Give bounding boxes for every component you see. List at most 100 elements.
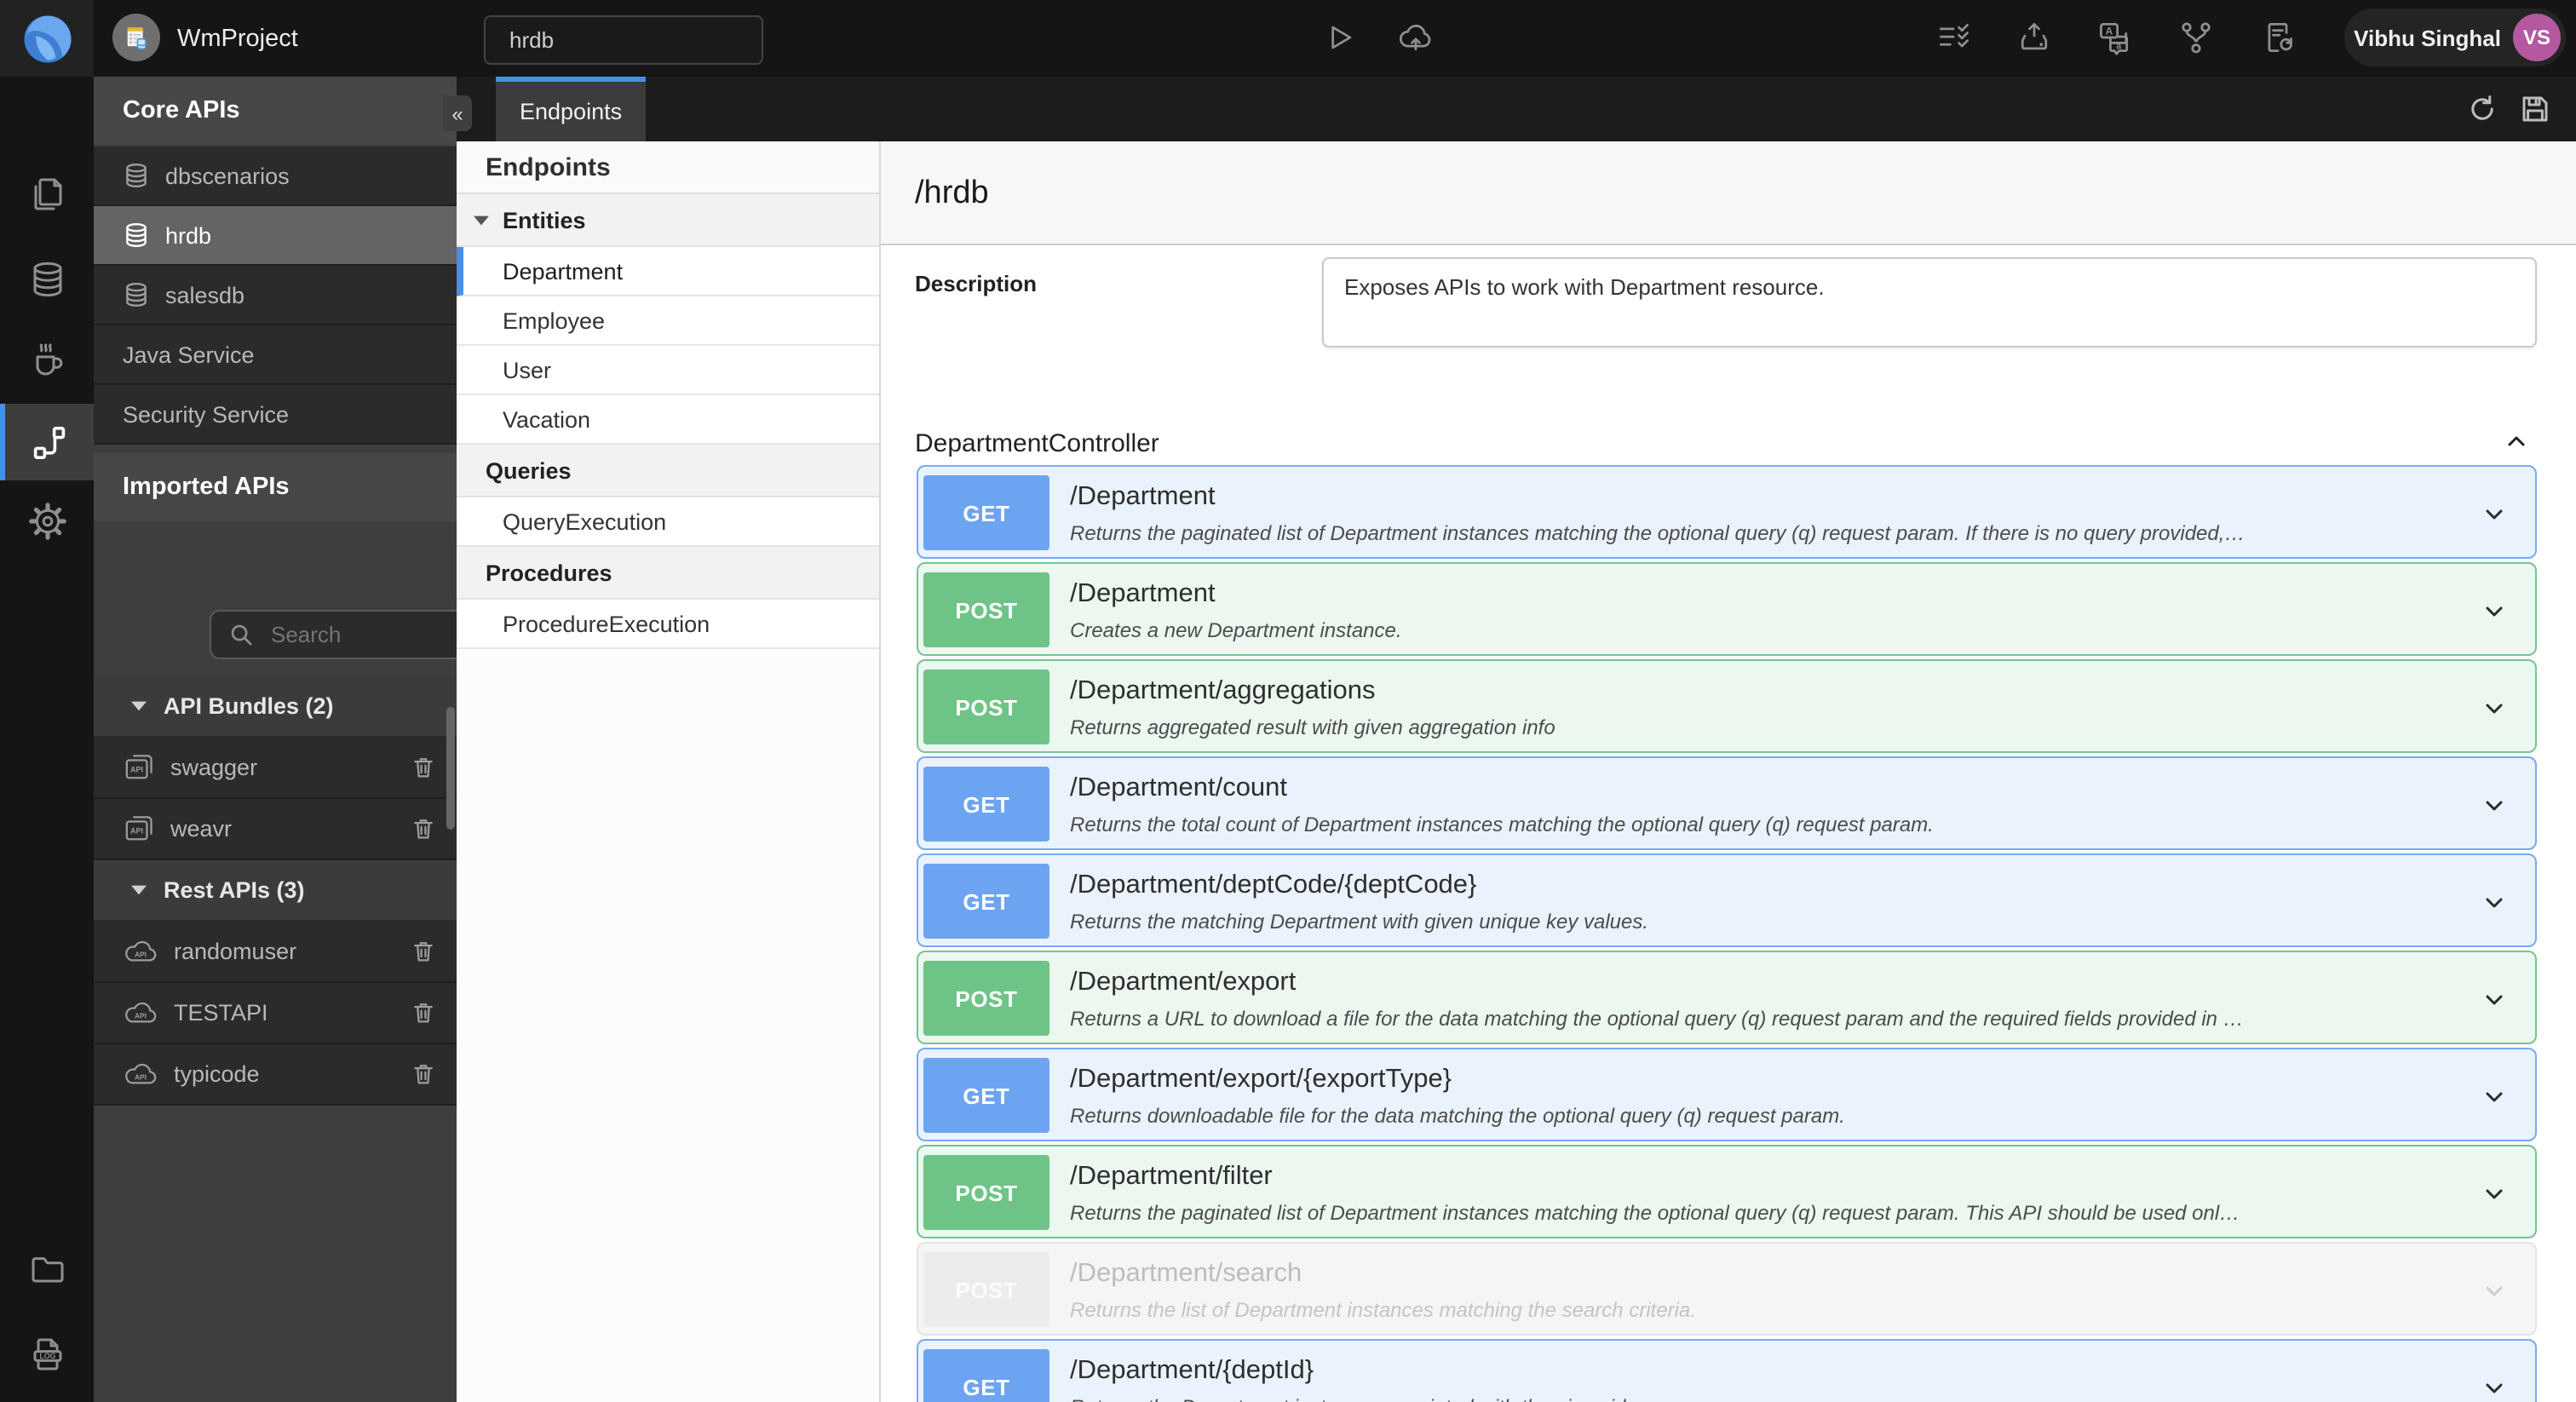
tree-item-user[interactable]: User xyxy=(457,346,879,395)
imported-apis-list: API Bundles (2) API swagger API weavr Rest AP… xyxy=(94,676,457,1106)
project-avatar[interactable] xyxy=(112,14,160,61)
git-branch-icon[interactable] xyxy=(2177,19,2215,56)
tree-section-procedures[interactable]: Procedures xyxy=(457,547,879,600)
sidebar-item-weavr[interactable]: API weavr xyxy=(94,799,457,860)
imported-apis-header: Imported APIs xyxy=(94,453,457,521)
sidebar-item-dbscenarios[interactable]: dbscenarios xyxy=(94,147,457,206)
delete-icon[interactable] xyxy=(411,1000,436,1026)
group-header[interactable]: API Bundles (2) xyxy=(94,676,457,738)
endpoint-card[interactable]: GET/Department/export/{exportType} Return… xyxy=(917,1048,2537,1141)
tree-section-entities[interactable]: Entities xyxy=(457,194,879,247)
endpoint-path: /Department/{deptId} xyxy=(1070,1356,1314,1385)
tree-item-procedureexecution[interactable]: ProcedureExecution xyxy=(457,600,879,649)
delete-icon[interactable] xyxy=(411,755,436,780)
endpoint-path: /Department/aggregations xyxy=(1070,676,1376,705)
rail-item-database[interactable] xyxy=(0,242,94,317)
java-coffee-icon xyxy=(35,343,62,376)
endpoint-card[interactable]: POST/Department/aggregations Returns aggr… xyxy=(917,659,2537,753)
service-title: /hrdb xyxy=(915,175,989,211)
tree-item-employee[interactable]: Employee xyxy=(457,296,879,346)
sidebar-item-hrdb[interactable]: hrdb xyxy=(94,206,457,266)
delete-icon[interactable] xyxy=(411,816,436,842)
cloud-upload-icon[interactable] xyxy=(1397,19,1435,56)
save-icon[interactable] xyxy=(2520,94,2550,124)
endpoint-card[interactable]: GET/Department/count Returns the total co… xyxy=(917,756,2537,850)
endpoint-card[interactable]: POST/Department/export Returns a URL to d… xyxy=(917,951,2537,1044)
tab-endpoints[interactable]: Endpoints xyxy=(496,77,647,141)
refresh-icon[interactable] xyxy=(2467,94,2498,124)
endpoint-list: GET/Department Returns the paginated list… xyxy=(917,465,2537,1402)
rail-item-settings[interactable] xyxy=(0,484,94,559)
sidebar-item-testapi[interactable]: API TESTAPI xyxy=(94,983,457,1044)
svg-text:a: a xyxy=(2116,42,2122,52)
rail-item-apis[interactable] xyxy=(0,404,94,480)
sidebar-item-randomuser[interactable]: API randomuser xyxy=(94,922,457,983)
description-label: Description xyxy=(915,271,1038,296)
sidebar-item-typicode[interactable]: API typicode xyxy=(94,1044,457,1106)
project-name: WmProject xyxy=(177,25,298,52)
wave-logo-icon xyxy=(23,14,71,62)
chevron-down-icon[interactable] xyxy=(2481,1375,2508,1402)
tree-item-department[interactable]: Department xyxy=(457,247,879,296)
core-apis-label: Core APIs xyxy=(123,97,240,124)
top-bar: WmProject Aa Vibhu Singhal VS xyxy=(0,0,2576,77)
user-menu[interactable]: Vibhu Singhal VS xyxy=(2344,9,2566,66)
endpoint-card[interactable]: GET/Department/deptCode/{deptCode} Return… xyxy=(917,853,2537,947)
method-badge: GET xyxy=(923,475,1049,550)
sidebar-item-salesdb[interactable]: salesdb xyxy=(94,266,457,325)
delete-icon[interactable] xyxy=(411,1061,436,1087)
api-cloud-icon: API xyxy=(123,939,158,964)
chevron-down-icon[interactable] xyxy=(2481,986,2508,1014)
delete-icon[interactable] xyxy=(411,939,436,964)
run-icon[interactable] xyxy=(1320,19,1358,56)
collapse-panel-button[interactable]: « xyxy=(443,95,472,131)
api-cloud-icon: API xyxy=(123,1061,158,1087)
wavemaker-logo[interactable] xyxy=(0,0,94,77)
rail-item-java[interactable] xyxy=(0,322,94,397)
sidebar-scrollbar[interactable] xyxy=(446,707,455,830)
tab-endpoints-label: Endpoints xyxy=(520,99,623,124)
collapse-section-icon[interactable] xyxy=(2503,428,2530,455)
description-textarea[interactable]: Exposes APIs to work with Department res… xyxy=(1322,257,2537,348)
search-input[interactable] xyxy=(484,15,763,65)
chevron-down-icon[interactable] xyxy=(2481,1278,2508,1305)
tree-item-vacation[interactable]: Vacation xyxy=(457,395,879,445)
method-badge: POST xyxy=(923,1155,1049,1230)
method-badge: GET xyxy=(923,1349,1049,1402)
chevron-down-icon[interactable] xyxy=(2481,1083,2508,1111)
sidebar-item-java-service[interactable]: Java Service xyxy=(94,325,457,385)
chevron-down-icon[interactable] xyxy=(2481,501,2508,528)
endpoint-card[interactable]: GET/Department Returns the paginated list… xyxy=(917,465,2537,559)
endpoint-card[interactable]: GET/Department/{deptId} Returns the Depar… xyxy=(917,1339,2537,1402)
group-header-label: API Bundles (2) xyxy=(164,693,334,719)
tree-list: Entities Department Employee User Vacation Qu… xyxy=(457,194,879,649)
endpoint-path: /Department/deptCode/{deptCode} xyxy=(1070,871,1477,899)
endpoint-card[interactable]: POST/Department Creates a new Department … xyxy=(917,562,2537,656)
file-sync-icon[interactable] xyxy=(2259,19,2297,56)
chevron-down-icon[interactable] xyxy=(2481,695,2508,722)
tree-item-queryexecution[interactable]: QueryExecution xyxy=(457,497,879,547)
tree-section-queries[interactable]: Queries xyxy=(457,445,879,497)
sidebar-item-security-service[interactable]: Security Service xyxy=(94,385,457,445)
chevron-down-icon[interactable] xyxy=(2481,598,2508,625)
rail-item-more[interactable] xyxy=(0,1393,94,1402)
rail-item-logs[interactable]: LOG xyxy=(0,1317,94,1392)
endpoint-card[interactable]: POST/Department/filter Returns the pagina… xyxy=(917,1145,2537,1238)
sidebar-item-swagger[interactable]: API swagger xyxy=(94,738,457,799)
method-badge: GET xyxy=(923,1058,1049,1133)
sidebar-item-label: dbscenarios xyxy=(165,163,290,188)
rail-item-pages[interactable] xyxy=(0,157,94,232)
sidebar-item-label: typicode xyxy=(174,1061,260,1087)
group-header[interactable]: Rest APIs (3) xyxy=(94,860,457,922)
checklist-icon[interactable] xyxy=(1935,19,1973,56)
export-drive-icon[interactable] xyxy=(2015,19,2053,56)
translate-icon[interactable]: Aa xyxy=(2096,19,2133,56)
chevron-down-icon[interactable] xyxy=(2481,1181,2508,1208)
chevron-down-icon[interactable] xyxy=(2481,889,2508,916)
tree-section-label: Queries xyxy=(486,457,572,483)
endpoint-card[interactable]: POST/Department/search Returns the list o… xyxy=(917,1242,2537,1336)
chevron-down-icon[interactable] xyxy=(2481,792,2508,819)
tab-strip: Endpoints xyxy=(457,77,2576,141)
method-badge: POST xyxy=(923,1252,1049,1327)
rail-item-files[interactable] xyxy=(0,1232,94,1307)
